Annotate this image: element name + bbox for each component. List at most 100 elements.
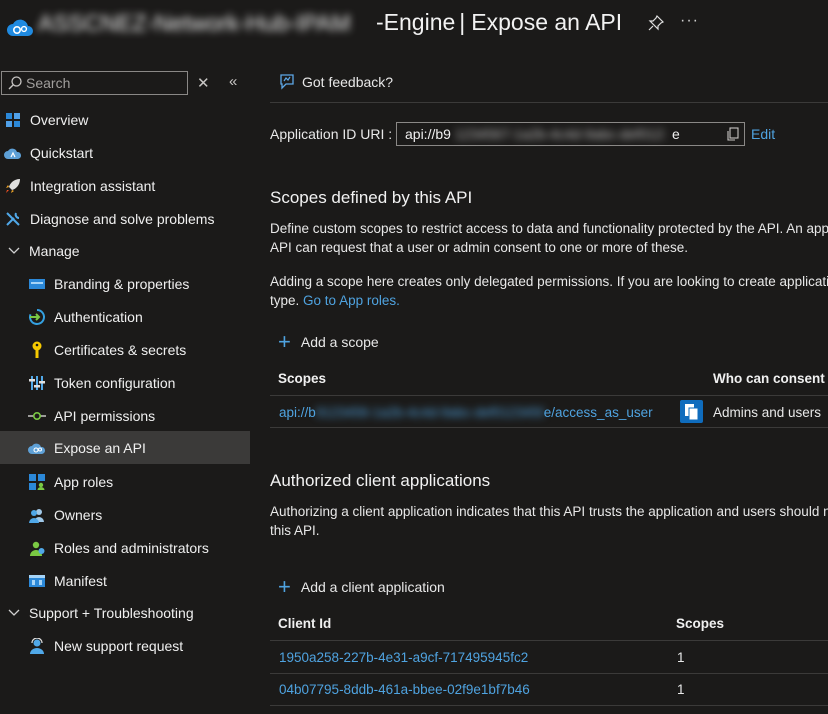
sidebar-item-label: Integration assistant xyxy=(30,177,156,194)
scopes-header-divider xyxy=(270,395,828,396)
sidebar-item-label: Support + Troubleshooting xyxy=(29,604,194,621)
api-permissions-icon xyxy=(28,407,46,425)
search-icon xyxy=(8,76,22,90)
sidebar-item-label: Manifest xyxy=(54,572,107,589)
scopes-note-line2: type. Go to App roles. xyxy=(270,291,400,310)
page-title-text: Expose an API xyxy=(471,9,623,35)
sidebar-item-label: Branding & properties xyxy=(54,275,190,292)
quickstart-cloud-icon xyxy=(4,144,22,162)
clients-description-line1: Authorizing a client application indicat… xyxy=(270,504,828,519)
scopes-row-divider xyxy=(270,427,828,428)
app-registration-logo-icon xyxy=(7,19,33,36)
sidebar-item-label: API permissions xyxy=(54,407,156,424)
sidebar-item-label: Manage xyxy=(29,242,80,259)
sidebar-item-overview[interactable]: Overview xyxy=(0,103,250,136)
scopes-note-prefix: type. xyxy=(270,293,300,308)
feedback-icon xyxy=(280,74,294,90)
search-input[interactable] xyxy=(26,74,184,92)
client-id-link[interactable]: 04b07795-8ddb-461a-bbee-02f9e1bf7b46 xyxy=(279,682,530,697)
feedback-label: Got feedback? xyxy=(302,74,394,90)
clients-header-divider xyxy=(270,640,828,641)
app-name-obscured: ASSCNEZ-Network-Hub-IPAM xyxy=(38,10,351,36)
sidebar-item-expose-api[interactable]: Expose an API xyxy=(0,431,250,464)
sidebar-item-quickstart[interactable]: Quickstart xyxy=(0,136,250,169)
chevron-down-icon xyxy=(7,606,21,620)
sidebar-item-new-support-request[interactable]: New support request xyxy=(0,629,250,662)
plus-icon: + xyxy=(278,329,291,354)
scopes-column-header: Scopes xyxy=(278,371,327,386)
scopes-note-line1: Adding a scope here creates only delegat… xyxy=(270,274,828,289)
sidebar-item-manifest[interactable]: Manifest xyxy=(0,564,250,597)
add-client-label: Add a client application xyxy=(300,579,445,595)
app-roles-icon xyxy=(28,473,46,491)
rocket-icon xyxy=(4,177,22,195)
app-name-suffix: -Engine xyxy=(376,9,456,35)
client-id-link[interactable]: 1950a258-227b-4e31-a9cf-717495945fc2 xyxy=(279,650,528,665)
client-scopes-count: 1 xyxy=(677,650,685,665)
add-scope-button[interactable]: + Add a scope xyxy=(278,329,379,354)
scope-link-obscured: 9123456-1a2b-4c4d-9abc-def012345678 xyxy=(315,405,544,420)
sidebar-item-label: Certificates & secrets xyxy=(54,341,187,358)
sidebar-item-roles-admins[interactable]: Roles and administrators xyxy=(0,531,250,564)
sidebar-item-owners[interactable]: Owners xyxy=(0,498,250,531)
app-id-uri-obscured: 1234567-1a2b-4c4d-9abc-def0123456789 xyxy=(455,126,665,142)
sidebar-item-label: Diagnose and solve problems xyxy=(30,210,215,227)
sidebar-item-integration-assistant[interactable]: Integration assistant xyxy=(0,169,250,202)
sidebar-item-label: Owners xyxy=(54,506,103,523)
scope-link-prefix: api://b xyxy=(279,405,316,420)
go-to-app-roles-link[interactable]: Go to App roles. xyxy=(303,293,400,308)
key-icon xyxy=(28,341,46,359)
consent-copy-icon xyxy=(680,400,703,423)
collapse-sidebar-icon[interactable]: « xyxy=(229,73,237,90)
copy-icon[interactable] xyxy=(726,127,740,141)
sidebar-item-branding[interactable]: Branding & properties xyxy=(0,267,250,300)
authentication-icon xyxy=(28,308,46,326)
sidebar-item-label: Expose an API xyxy=(54,439,146,456)
sidebar-item-label: Authentication xyxy=(54,308,143,325)
sidebar-group-manage[interactable]: Manage xyxy=(0,234,250,267)
clients-row-divider xyxy=(270,705,828,706)
edit-app-id-link[interactable]: Edit xyxy=(751,126,775,142)
sidebar-item-label: New support request xyxy=(54,637,184,654)
more-options-icon[interactable]: ··· xyxy=(680,12,699,30)
add-scope-label: Add a scope xyxy=(300,334,379,350)
sidebar-item-diagnose[interactable]: Diagnose and solve problems xyxy=(0,202,250,235)
wrench-icon xyxy=(4,210,22,228)
sidebar-item-label: Quickstart xyxy=(30,144,94,161)
overview-grid-icon xyxy=(4,111,22,129)
pin-icon[interactable] xyxy=(647,14,665,32)
support-person-icon xyxy=(28,637,46,655)
sidebar-search[interactable] xyxy=(1,71,188,95)
feedback-button[interactable]: Got feedback? xyxy=(278,73,393,91)
sidebar-item-token-configuration[interactable]: Token configuration xyxy=(0,366,250,399)
token-config-icon xyxy=(28,374,46,392)
consent-column-header: Who can consent xyxy=(713,371,825,386)
sidebar-item-app-roles[interactable]: App roles xyxy=(0,465,250,498)
expose-api-icon xyxy=(28,439,46,457)
sidebar-item-label: Overview xyxy=(30,111,89,128)
toolbar-divider xyxy=(270,102,828,103)
client-scopes-count: 1 xyxy=(677,682,685,697)
sidebar-item-label: App roles xyxy=(54,473,114,490)
sidebar-group-support[interactable]: Support + Troubleshooting xyxy=(0,596,250,629)
page-title: -Engine | Expose an API xyxy=(376,9,622,36)
sidebar-item-certificates[interactable]: Certificates & secrets xyxy=(0,333,250,366)
app-id-uri-prefix: api://b9 xyxy=(405,126,451,142)
title-separator: | xyxy=(459,9,466,35)
sidebar-item-api-permissions[interactable]: API permissions xyxy=(0,399,250,432)
clients-section-title: Authorized client applications xyxy=(270,471,491,490)
scopes-description-line1: Define custom scopes to restrict access … xyxy=(270,221,828,236)
scope-link[interactable]: api://b9123456-1a2b-4c4d-9abc-def0123456… xyxy=(279,405,653,420)
manifest-icon xyxy=(28,572,46,590)
app-id-uri-label: Application ID URI : xyxy=(270,126,393,142)
close-search-icon[interactable]: ✕ xyxy=(197,74,210,92)
sidebar-item-label: Token configuration xyxy=(54,374,176,391)
roles-admins-icon xyxy=(28,539,46,557)
add-client-application-button[interactable]: + Add a client application xyxy=(278,574,445,599)
branding-icon xyxy=(28,275,46,293)
sidebar-item-authentication[interactable]: Authentication xyxy=(0,300,250,333)
app-id-uri-suffix: e xyxy=(672,126,680,142)
plus-icon: + xyxy=(278,574,291,599)
clients-description-line2: this API. xyxy=(270,523,320,538)
app-id-uri-field[interactable]: api://b9 1234567-1a2b-4c4d-9abc-def01234… xyxy=(396,122,745,146)
